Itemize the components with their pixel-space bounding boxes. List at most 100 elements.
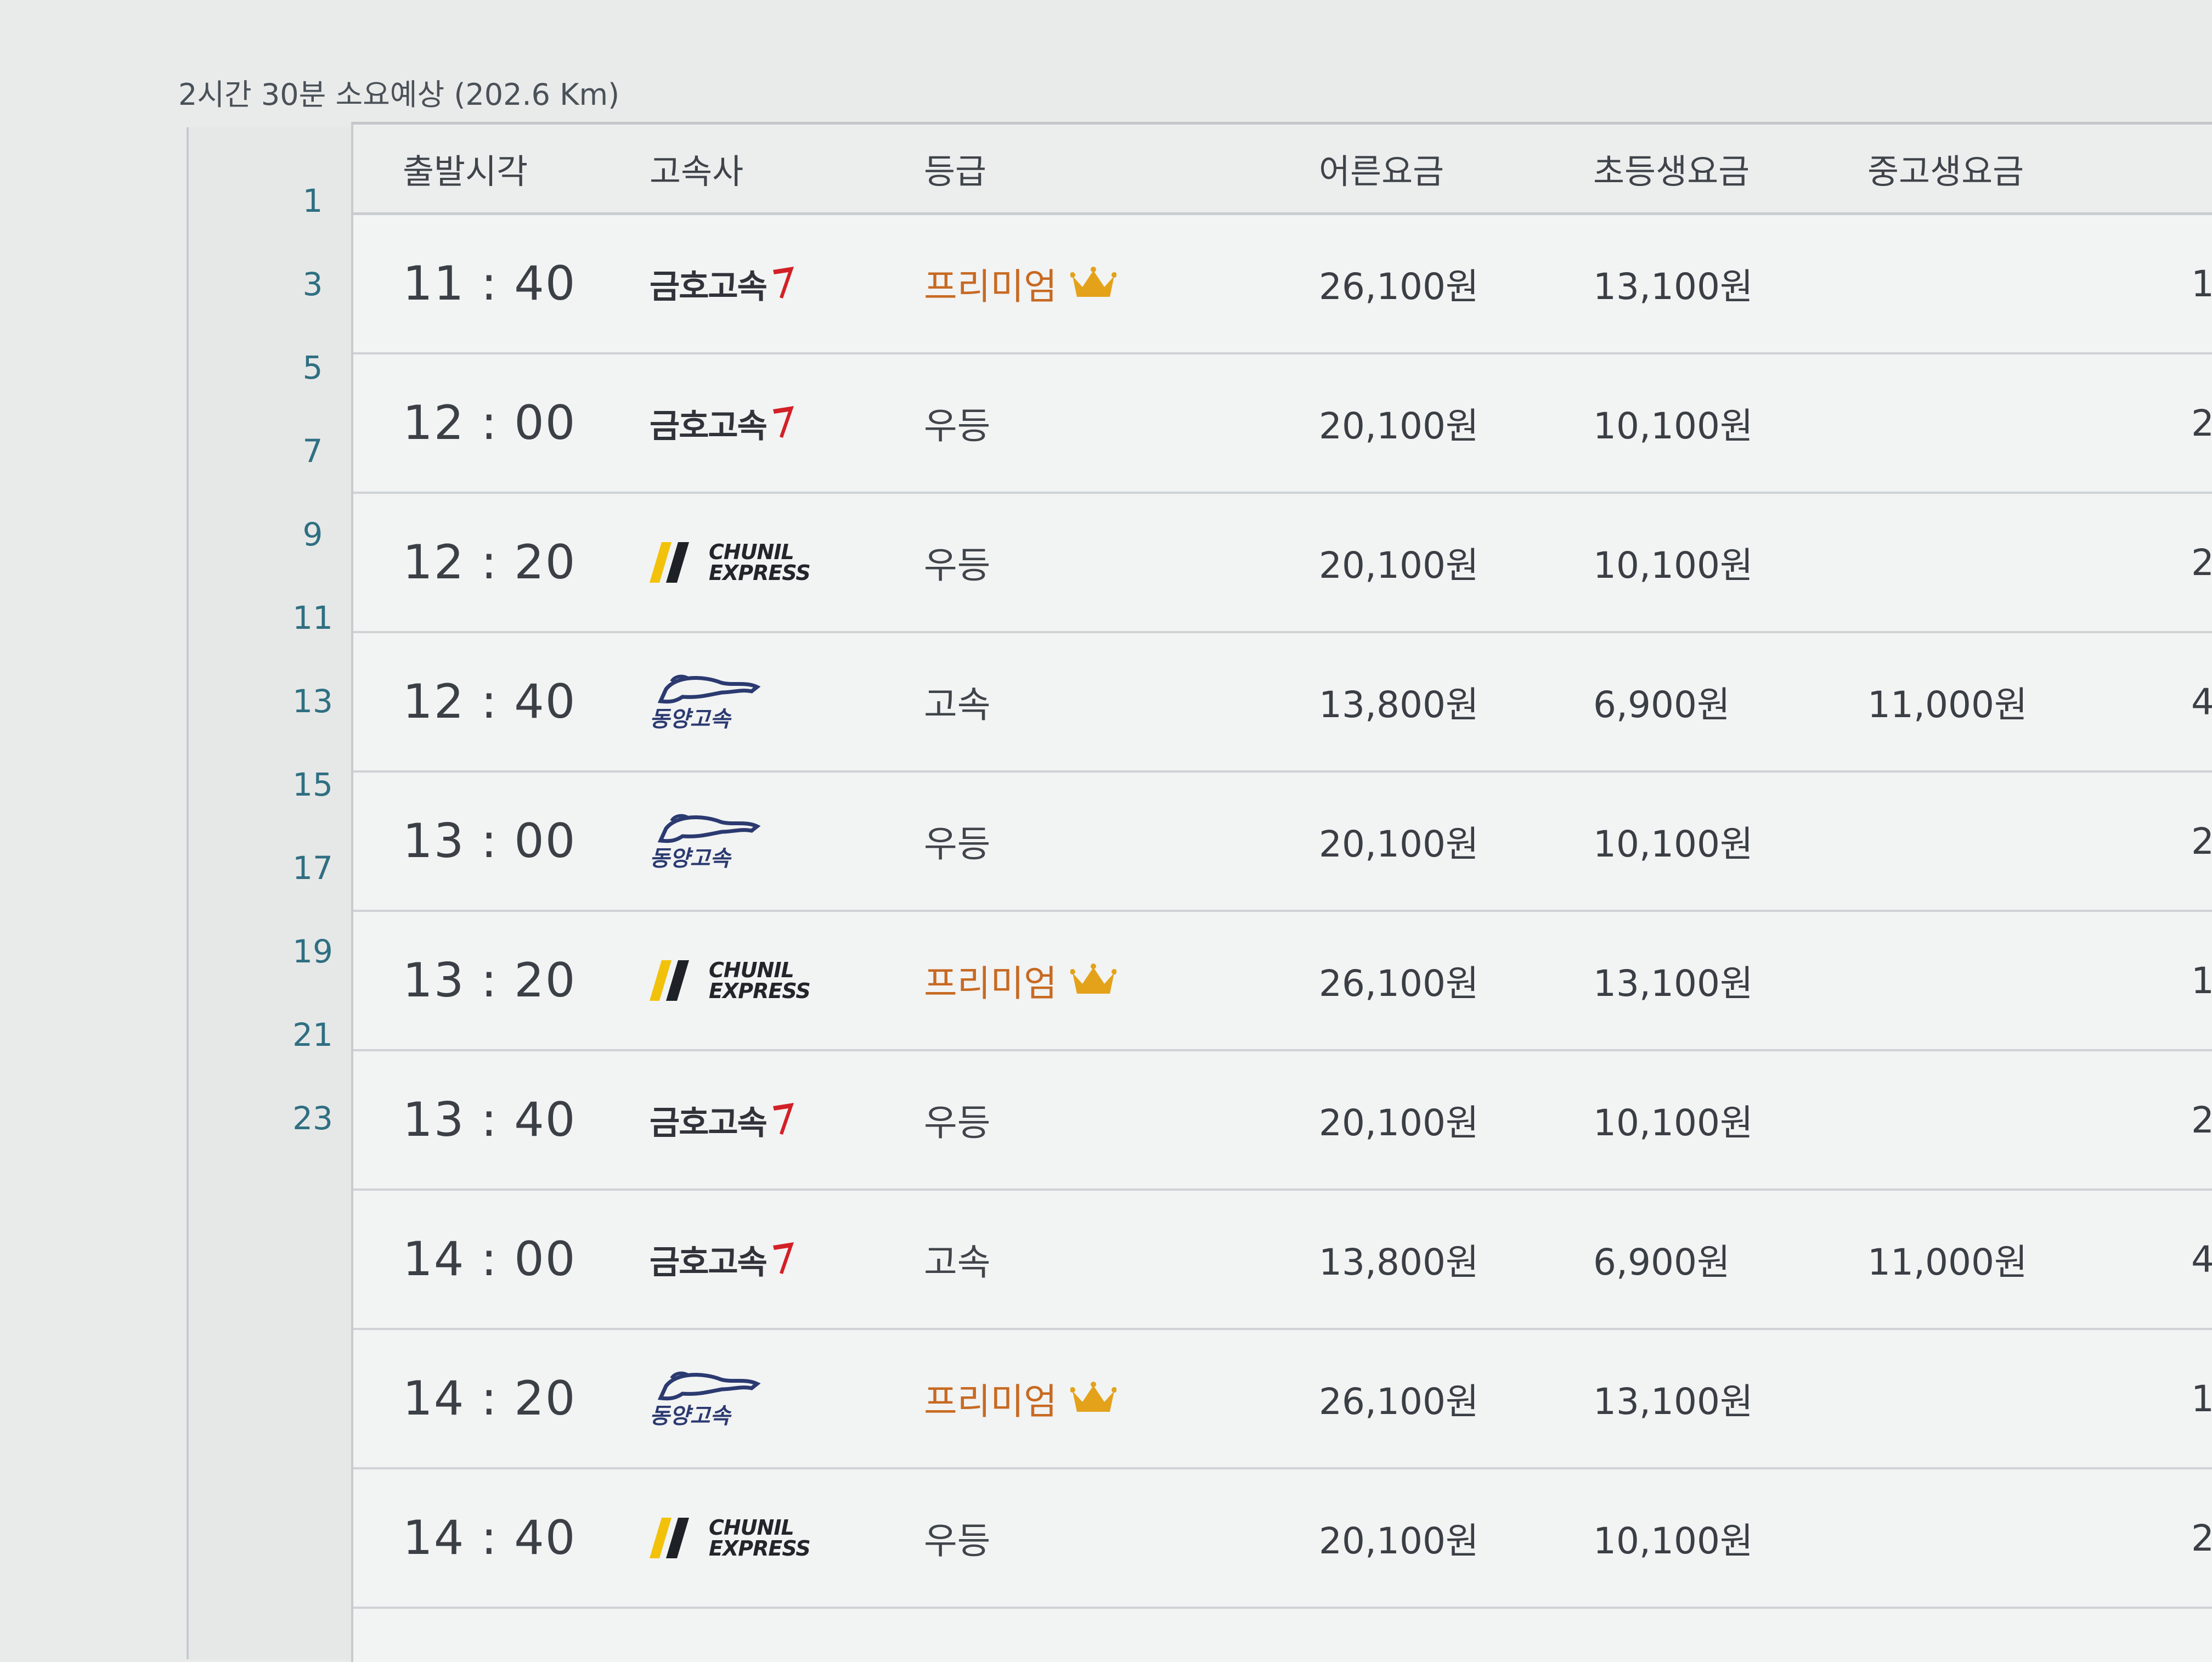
- kumho-express-logo: 금호고속: [650, 260, 924, 308]
- schedule-row[interactable]: 14 : 00 금호고속 고속 13,800원 6,900원 11,000원 4: [353, 1191, 2212, 1330]
- chunil-stripes-icon: [650, 542, 689, 583]
- line-number: 11: [292, 599, 333, 636]
- adult-fare: 26,100원: [1319, 1381, 1479, 1423]
- adult-fare: 20,100원: [1319, 405, 1479, 447]
- adult-fare: 26,100원: [1319, 962, 1479, 1005]
- header-departure-time: 출발시각: [403, 151, 528, 191]
- crown-icon: [1070, 964, 1116, 994]
- schedule-row[interactable]: 13 : 00 동양고속 우등 20,100원 10,100원 2: [353, 773, 2212, 912]
- remaining-seats: 2: [2191, 1517, 2212, 1559]
- kumho-wing-icon: [772, 1242, 794, 1274]
- schedule-row[interactable]: 12 : 20 CHUNIL EXPRESS 우등 20,100원 10,100원 2: [353, 494, 2212, 633]
- line-number: 9: [302, 516, 323, 553]
- kumho-express-logo: 금호고속: [650, 1236, 924, 1283]
- schedule-row[interactable]: 14 : 40 CHUNIL EXPRESS 우등 20,100원 10,100원 2: [353, 1469, 2212, 1609]
- line-number: 13: [292, 683, 333, 720]
- child-fare: 13,100원: [1593, 266, 1753, 308]
- departure-time: 13 : 20: [403, 953, 577, 1008]
- header-child-fare: 초등생요금: [1593, 151, 1750, 191]
- schedule-row[interactable]: 14 : 20 동양고속 프리미엄 26,100원 13,100원 1: [353, 1330, 2212, 1469]
- adult-fare: 13,800원: [1319, 684, 1479, 726]
- schedule-row[interactable]: 13 : 40 금호고속 우등 20,100원 10,100원 2: [353, 1051, 2212, 1191]
- crown-icon: [1070, 267, 1116, 297]
- remaining-seats: 1: [2191, 959, 2212, 1002]
- departure-time: 12 : 20: [403, 535, 577, 590]
- table-body: 11 : 40 금호고속 프리미엄 26,100원 13,100원 1 12 : 00 금호고…: [353, 215, 2212, 1609]
- child-fare: 10,100원: [1593, 1520, 1753, 1562]
- line-number: 17: [292, 849, 333, 887]
- greyhound-dog-icon: [657, 1371, 761, 1401]
- grade-label: 프리미엄: [924, 954, 1319, 1007]
- teen-fare: 11,000원: [1867, 1241, 2028, 1283]
- departure-time: 12 : 00: [403, 396, 577, 450]
- chunil-express-logo: CHUNIL EXPRESS: [650, 960, 924, 1001]
- chunil-express-logo: CHUNIL EXPRESS: [650, 1517, 924, 1559]
- line-number: 7: [302, 432, 323, 470]
- remaining-seats: 2: [2191, 820, 2212, 863]
- greyhound-dog-icon: [657, 814, 761, 843]
- kumho-wing-icon: [772, 406, 794, 438]
- chunil-stripes-icon: [650, 1518, 689, 1558]
- grade-label: 우등: [924, 544, 991, 587]
- dongyang-express-logo: 동양고속: [650, 1367, 924, 1430]
- departure-time: 13 : 00: [403, 814, 577, 869]
- adult-fare: 26,100원: [1319, 266, 1479, 308]
- grade-label: 우등: [924, 823, 991, 865]
- line-number-list: 1 3 5 7 9 11 13 15 17 19 21 23: [274, 159, 351, 1160]
- remaining-seats: 2: [2191, 402, 2212, 444]
- header-grade: 등급: [924, 151, 987, 191]
- departure-time: 11 : 40: [403, 256, 577, 311]
- adult-fare: 20,100원: [1319, 823, 1479, 865]
- child-fare: 10,100원: [1593, 1102, 1753, 1144]
- line-number: 1: [302, 182, 323, 219]
- line-number: 23: [292, 1100, 333, 1137]
- child-fare: 10,100원: [1593, 544, 1753, 587]
- line-number: 19: [292, 933, 333, 970]
- adult-fare: 20,100원: [1319, 544, 1479, 587]
- remaining-seats: 4: [2191, 1238, 2212, 1281]
- grade-label: 우등: [924, 1520, 991, 1562]
- child-fare: 10,100원: [1593, 823, 1753, 865]
- adult-fare: 20,100원: [1319, 1520, 1479, 1562]
- schedule-row[interactable]: 13 : 20 CHUNIL EXPRESS 프리미엄 26,100원 13,100원 1: [353, 912, 2212, 1051]
- kumho-express-logo: 금호고속: [650, 1096, 924, 1144]
- table-header-row: 출발시각 고속사 등급 어른요금 초등생요금 중고생요금: [353, 125, 2212, 215]
- bus-schedule-table: 출발시각 고속사 등급 어른요금 초등생요금 중고생요금 11 : 40 금호고속…: [351, 122, 2212, 1662]
- remaining-seats: 4: [2191, 680, 2212, 723]
- remaining-seats: 1: [2191, 1377, 2212, 1420]
- child-fare: 6,900원: [1593, 1241, 1730, 1283]
- schedule-row[interactable]: 12 : 40 동양고속 고속 13,800원 6,900원 11,000원 4: [353, 633, 2212, 773]
- schedule-row[interactable]: 11 : 40 금호고속 프리미엄 26,100원 13,100원 1: [353, 215, 2212, 354]
- child-fare: 10,100원: [1593, 405, 1753, 447]
- departure-time: 14 : 00: [403, 1232, 577, 1287]
- grade-label: 고속: [924, 684, 991, 726]
- schedule-row[interactable]: 12 : 00 금호고속 우등 20,100원 10,100원 2: [353, 354, 2212, 494]
- teen-fare: 11,000원: [1867, 684, 2028, 726]
- grade-label: 우등: [924, 1102, 991, 1144]
- line-number: 3: [302, 266, 323, 303]
- departure-time: 14 : 40: [403, 1511, 577, 1565]
- crown-icon: [1070, 1382, 1116, 1412]
- greyhound-dog-icon: [657, 674, 761, 704]
- grade-label: 프리미엄: [924, 257, 1319, 310]
- remaining-seats: 2: [2191, 541, 2212, 584]
- adult-fare: 13,800원: [1319, 1241, 1479, 1283]
- kumho-wing-icon: [772, 1103, 794, 1135]
- line-number: 21: [292, 1016, 333, 1053]
- header-bus-company: 고속사: [650, 151, 744, 191]
- grade-label: 고속: [924, 1241, 991, 1283]
- chunil-stripes-icon: [650, 960, 689, 1001]
- grade-label: 프리미엄: [924, 1372, 1319, 1425]
- departure-time: 12 : 40: [403, 674, 577, 729]
- child-fare: 13,100원: [1593, 962, 1753, 1005]
- header-adult-fare: 어른요금: [1319, 151, 1444, 191]
- remaining-seats: 2: [2191, 1098, 2212, 1141]
- dongyang-express-logo: 동양고속: [650, 810, 924, 872]
- grade-label: 우등: [924, 405, 991, 447]
- trip-duration-summary: 2시간 30분 소요예상 (202.6 Km): [178, 77, 620, 112]
- kumho-express-logo: 금호고속: [650, 399, 924, 447]
- remaining-seats: 1: [2191, 262, 2212, 305]
- adult-fare: 20,100원: [1319, 1102, 1479, 1144]
- chunil-express-logo: CHUNIL EXPRESS: [650, 542, 924, 583]
- dongyang-express-logo: 동양고속: [650, 671, 924, 733]
